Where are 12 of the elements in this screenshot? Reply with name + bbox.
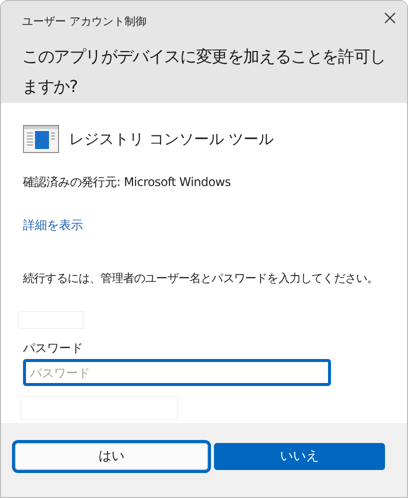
password-field[interactable]: パスワード [23, 359, 331, 386]
app-name: レジストリ コンソール ツール [69, 128, 274, 150]
question-heading: このアプリがデバイスに変更を加えることを許可しますか? [22, 46, 386, 98]
dialog-button[interactable]: いいえ [214, 443, 385, 470]
app-icon [23, 125, 59, 153]
details-link[interactable]: 詳細を表示 [23, 216, 83, 234]
close-icon [384, 12, 396, 24]
publisher-text: 確認済みの発行元: Microsoft Windows [23, 174, 232, 191]
dialog-button[interactable]: はい [15, 443, 208, 470]
window-title: ユーザー アカウント制御 [22, 14, 146, 30]
instruction-text: 続行するには、管理者のユーザー名とパスワードを入力してください。 [23, 270, 380, 287]
field-label: パスワード [23, 340, 84, 358]
